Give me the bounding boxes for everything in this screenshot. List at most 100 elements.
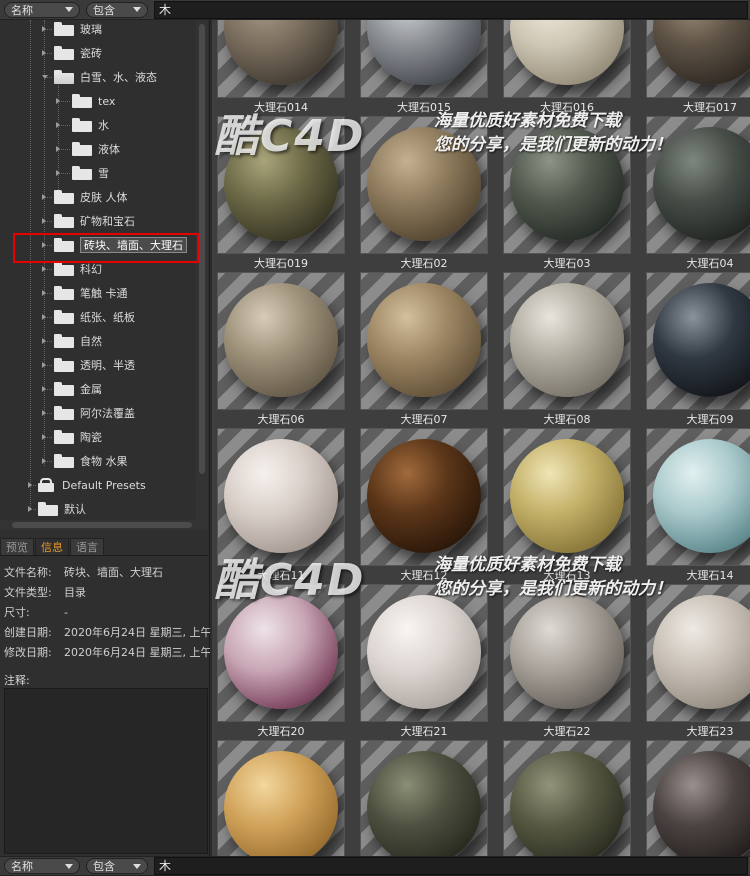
- material-thumbnail[interactable]: 大理石015: [355, 20, 493, 116]
- tree-item[interactable]: 纸张、纸板: [42, 306, 135, 328]
- tree-item[interactable]: 自然: [42, 330, 102, 352]
- expand-arrow-icon[interactable]: [56, 170, 60, 176]
- expand-arrow-icon[interactable]: [28, 506, 32, 512]
- tree-item[interactable]: 默认: [28, 498, 86, 520]
- expand-arrow-icon[interactable]: [56, 122, 60, 128]
- material-thumbnail[interactable]: 大理石02: [355, 116, 493, 272]
- expand-arrow-icon[interactable]: [42, 386, 46, 392]
- expand-arrow-icon[interactable]: [42, 410, 46, 416]
- material-preview: [646, 20, 750, 98]
- expand-arrow-icon[interactable]: [42, 266, 46, 272]
- folder-icon: [54, 454, 74, 468]
- tree-item[interactable]: 陶瓷: [42, 426, 102, 448]
- material-preview: [217, 740, 345, 856]
- material-sphere: [224, 595, 338, 709]
- filter-field-dropdown[interactable]: 名称: [4, 1, 80, 18]
- expand-arrow-icon[interactable]: [42, 290, 46, 296]
- collapse-arrow-icon[interactable]: [42, 75, 48, 79]
- search-input[interactable]: 木: [154, 857, 748, 875]
- material-thumbnail[interactable]: [355, 740, 493, 856]
- expand-arrow-icon[interactable]: [42, 338, 46, 344]
- material-name: 大理石22: [543, 725, 591, 738]
- tree-item[interactable]: 金属: [42, 378, 102, 400]
- expand-arrow-icon[interactable]: [56, 146, 60, 152]
- expand-arrow-icon[interactable]: [42, 434, 46, 440]
- info-size-label: 尺寸:: [4, 606, 30, 619]
- material-sphere: [510, 439, 624, 553]
- tree-item[interactable]: 雪: [56, 162, 109, 184]
- material-thumbnail[interactable]: 大理石14: [641, 428, 750, 584]
- filter-field-dropdown[interactable]: 名称: [4, 858, 80, 874]
- tree-item[interactable]: Default Presets: [28, 474, 146, 496]
- tree-item[interactable]: 水: [56, 114, 109, 136]
- tree-horizontal-scrollbar[interactable]: [0, 520, 208, 530]
- search-input[interactable]: 木: [154, 0, 748, 19]
- expand-arrow-icon[interactable]: [42, 26, 46, 32]
- expand-arrow-icon[interactable]: [42, 362, 46, 368]
- expand-arrow-icon[interactable]: [28, 482, 32, 488]
- material-sphere: [510, 751, 624, 856]
- material-thumbnail[interactable]: 大理石016: [498, 20, 636, 116]
- tree-item[interactable]: 白雪、水、液态: [42, 66, 157, 88]
- tree-item-label: 瓷砖: [80, 47, 102, 60]
- material-thumbnail[interactable]: 大理石20: [212, 584, 350, 740]
- material-thumbnail[interactable]: 大理石22: [498, 584, 636, 740]
- material-thumbnail[interactable]: [212, 740, 350, 856]
- material-thumbnail[interactable]: 大理石21: [355, 584, 493, 740]
- expand-arrow-icon[interactable]: [56, 98, 60, 104]
- material-sphere: [224, 127, 338, 241]
- notes-textarea[interactable]: [4, 688, 208, 854]
- material-thumbnail[interactable]: 大理石03: [498, 116, 636, 272]
- tree-item[interactable]: 瓷砖: [42, 42, 102, 64]
- tree-item[interactable]: 透明、半透: [42, 354, 135, 376]
- tab-language[interactable]: 语言: [70, 538, 104, 555]
- folder-icon: [54, 214, 74, 228]
- material-name: 大理石07: [400, 413, 448, 426]
- material-preview: [646, 428, 750, 566]
- material-sphere: [224, 20, 338, 85]
- tree-item[interactable]: 液体: [56, 138, 120, 160]
- material-thumbnail[interactable]: 大理石23: [641, 584, 750, 740]
- scrollbar-thumb[interactable]: [12, 522, 192, 528]
- expand-arrow-icon[interactable]: [42, 458, 46, 464]
- tree-item[interactable]: 笔触 卡通: [42, 282, 128, 304]
- material-thumbnail[interactable]: 大理石017: [641, 20, 750, 116]
- expand-arrow-icon[interactable]: [42, 50, 46, 56]
- material-thumbnail[interactable]: 大理石014: [212, 20, 350, 116]
- filter-mode-dropdown[interactable]: 包含: [86, 858, 148, 874]
- material-thumbnail[interactable]: 大理石13: [498, 428, 636, 584]
- filter-bar-bottom: 名称 包含 木: [0, 856, 750, 876]
- tree-item[interactable]: 食物 水果: [42, 450, 128, 472]
- material-sphere: [653, 595, 750, 709]
- filter-mode-dropdown[interactable]: 包含: [86, 1, 148, 18]
- material-thumbnail[interactable]: [498, 740, 636, 856]
- tree-item[interactable]: 阿尔法覆盖: [42, 402, 135, 424]
- folder-icon: [72, 166, 92, 180]
- expand-arrow-icon[interactable]: [42, 314, 46, 320]
- material-thumbnail[interactable]: 大理石12: [355, 428, 493, 584]
- expand-arrow-icon[interactable]: [42, 218, 46, 224]
- tree-item-label: 雪: [98, 167, 109, 180]
- material-thumbnail[interactable]: 大理石08: [498, 272, 636, 428]
- folder-icon: [54, 430, 74, 444]
- material-name: 大理石12: [400, 569, 448, 582]
- material-thumbnail[interactable]: 大理石06: [212, 272, 350, 428]
- tab-info[interactable]: 信息: [35, 538, 69, 555]
- tree-item-label: 水: [98, 119, 109, 132]
- material-thumbnail[interactable]: 大理石04: [641, 116, 750, 272]
- tree-vertical-scrollbar[interactable]: [196, 20, 208, 520]
- tab-preview[interactable]: 预览: [0, 538, 34, 555]
- material-thumbnail[interactable]: 大理石07: [355, 272, 493, 428]
- material-thumbnail[interactable]: 大理石019: [212, 116, 350, 272]
- scrollbar-thumb[interactable]: [199, 24, 205, 474]
- tree-item[interactable]: 玻璃: [42, 20, 102, 40]
- tree-item[interactable]: 皮肤 人体: [42, 186, 128, 208]
- tree-item[interactable]: tex: [56, 90, 115, 112]
- tree-item-label: 透明、半透: [80, 359, 135, 372]
- material-thumbnail[interactable]: 大理石11: [212, 428, 350, 584]
- info-modified-label: 修改日期:: [4, 646, 52, 659]
- tree-item[interactable]: 矿物和宝石: [42, 210, 135, 232]
- expand-arrow-icon[interactable]: [42, 194, 46, 200]
- material-thumbnail[interactable]: [641, 740, 750, 856]
- material-thumbnail[interactable]: 大理石09: [641, 272, 750, 428]
